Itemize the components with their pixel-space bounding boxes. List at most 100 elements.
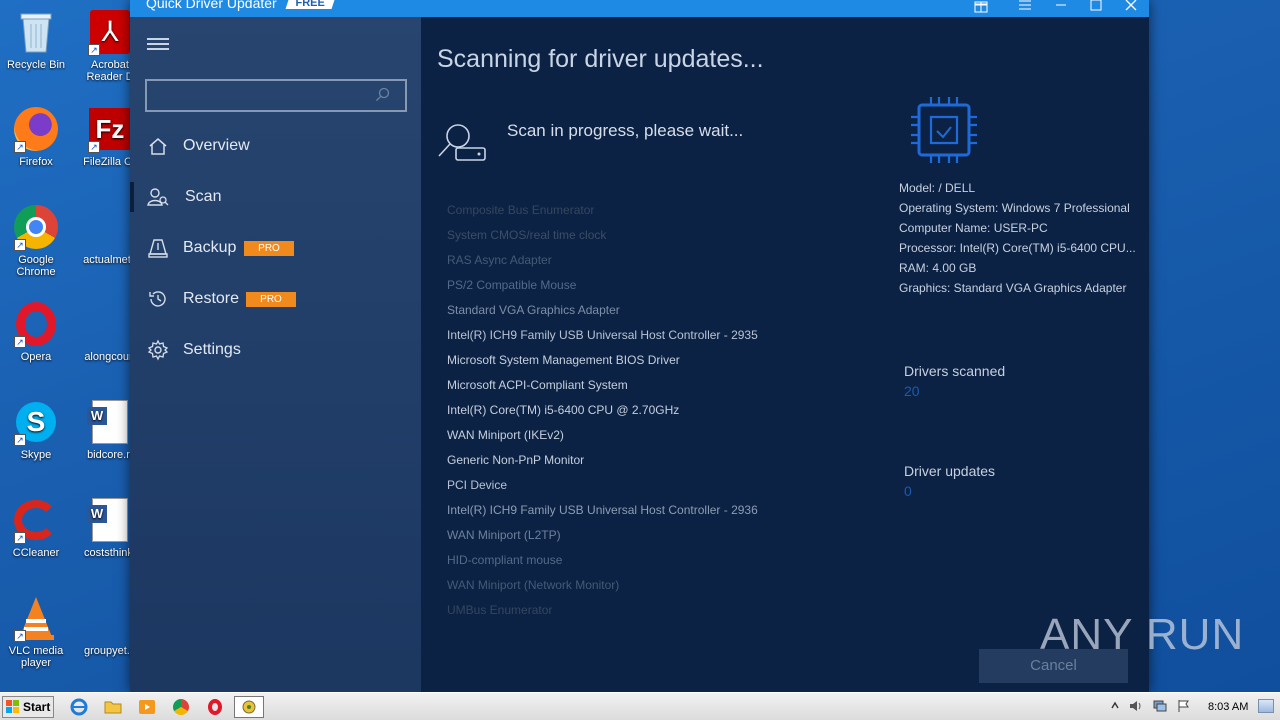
backup-icon bbox=[148, 239, 168, 258]
driver-list-item: PCI Device bbox=[447, 478, 508, 492]
desktop-icon-label: bidcore.rt bbox=[87, 449, 133, 461]
taskbar: Start 8:03 AM bbox=[0, 692, 1280, 720]
nav-label: Overview bbox=[183, 137, 250, 154]
search-box bbox=[145, 79, 407, 112]
driver-updates-value: 0 bbox=[904, 483, 912, 499]
scan-magnifier-icon bbox=[438, 124, 486, 161]
driver-list-item: Generic Non-PnP Monitor bbox=[447, 453, 585, 467]
title-bar: Quick Driver Updater FREE bbox=[130, 0, 1149, 17]
ie-icon[interactable] bbox=[69, 697, 91, 717]
close-icon[interactable] bbox=[1120, 0, 1142, 15]
start-label: Start bbox=[23, 700, 51, 714]
pro-badge: PRO bbox=[244, 241, 294, 256]
sysinfo-model: Model: / DELL bbox=[899, 181, 976, 195]
opera-taskbar-icon[interactable] bbox=[205, 697, 227, 717]
action-center-flag-icon[interactable] bbox=[1176, 699, 1198, 719]
chrome-icon[interactable]: ↗ Google Chrome bbox=[0, 203, 72, 278]
driver-list-item: Standard VGA Graphics Adapter bbox=[447, 303, 620, 317]
scan-user-icon bbox=[147, 188, 169, 206]
menu-icon[interactable] bbox=[1014, 0, 1036, 15]
driver-list-item: Composite Bus Enumerator bbox=[447, 203, 595, 217]
driver-list-item: PS/2 Compatible Mouse bbox=[447, 278, 577, 292]
nav-item-settings[interactable]: Settings bbox=[130, 333, 421, 369]
windows-logo-icon bbox=[6, 700, 19, 713]
folder-icon[interactable] bbox=[103, 697, 125, 717]
desktop-icon-label: Google Chrome bbox=[16, 254, 56, 278]
driver-list-item: RAS Async Adapter bbox=[447, 253, 552, 267]
pro-badge: PRO bbox=[246, 292, 296, 307]
driver-list-item: System CMOS/real time clock bbox=[447, 228, 607, 242]
driver-list-item: WAN Miniport (IKEv2) bbox=[447, 428, 564, 442]
minimize-icon[interactable] bbox=[1050, 0, 1072, 15]
desktop-icon-label: actualmeta bbox=[83, 254, 137, 266]
driver-list-item: WAN Miniport (Network Monitor) bbox=[447, 578, 620, 592]
show-desktop-button[interactable] bbox=[1258, 699, 1274, 713]
main-panel: Scanning for driver updates... Scan in p… bbox=[421, 17, 1149, 692]
window-title: Quick Driver Updater bbox=[146, 0, 277, 11]
media-player-icon[interactable] bbox=[137, 697, 159, 717]
ccleaner-icon[interactable]: ↗ CCleaner bbox=[0, 496, 72, 559]
restore-history-icon bbox=[149, 291, 166, 307]
sysinfo-computer: Computer Name: USER-PC bbox=[899, 221, 1048, 235]
opera-icon[interactable]: ↗ Opera bbox=[0, 300, 72, 363]
driver-list-item: Intel(R) ICH9 Family USB Universal Host … bbox=[447, 503, 758, 517]
nav-item-backup[interactable]: Backup PRO bbox=[130, 231, 421, 267]
nav-label: Scan bbox=[185, 188, 222, 205]
maximize-icon[interactable] bbox=[1085, 0, 1107, 15]
nav-label: Restore bbox=[183, 290, 240, 307]
driver-list-item: Intel(R) Core(TM) i5-6400 CPU @ 2.70GHz bbox=[447, 403, 680, 417]
sysinfo-processor: Processor: Intel(R) Core(TM) i5-6400 CPU… bbox=[899, 241, 1136, 255]
driver-list: Composite Bus Enumerator System CMOS/real… bbox=[447, 203, 758, 628]
nav-item-scan[interactable]: Scan bbox=[130, 180, 421, 216]
nav-label: Backup bbox=[183, 239, 237, 256]
network-icon[interactable] bbox=[1152, 699, 1174, 719]
drivers-scanned-value: 20 bbox=[904, 383, 920, 399]
desktop-icon-label: alongcourt bbox=[84, 351, 136, 363]
gift-icon[interactable] bbox=[970, 0, 992, 15]
desktop-icon-label: groupyet.p bbox=[84, 645, 136, 657]
hamburger-icon[interactable] bbox=[147, 38, 169, 50]
page-title: Scanning for driver updates... bbox=[437, 45, 764, 73]
driver-list-item: Microsoft System Management BIOS Driver bbox=[447, 353, 680, 367]
scan-status-text: Scan in progress, please wait... bbox=[507, 121, 744, 140]
system-info: Model: / DELL Operating System: Windows … bbox=[899, 181, 1136, 301]
watermark: ANY RUN bbox=[1040, 610, 1245, 659]
firefox-icon[interactable]: ↗ Firefox bbox=[0, 105, 72, 168]
sysinfo-os: Operating System: Windows 7 Professional bbox=[899, 201, 1130, 215]
desktop-icon-label: Opera bbox=[20, 351, 52, 363]
drivers-scanned-label: Drivers scanned bbox=[904, 363, 1006, 379]
vlc-icon[interactable]: ↗ VLC media player bbox=[0, 594, 72, 669]
driver-list-item: UMBus Enumerator bbox=[447, 603, 553, 617]
recycle-bin-icon[interactable]: Recycle Bin bbox=[0, 8, 72, 71]
search-input[interactable] bbox=[147, 81, 367, 109]
driver-updates-label: Driver updates bbox=[904, 463, 996, 479]
desktop-icon-label: coststhink. bbox=[84, 547, 136, 559]
home-icon bbox=[149, 138, 167, 155]
chrome-taskbar-icon[interactable] bbox=[171, 697, 193, 717]
app-window: Quick Driver Updater FREE Overview Scan … bbox=[130, 0, 1149, 692]
driver-list-item: HID-compliant mouse bbox=[447, 553, 563, 567]
sysinfo-ram: RAM: 4.00 GB bbox=[899, 261, 977, 275]
desktop-icon-label: CCleaner bbox=[12, 547, 60, 559]
sidebar: Overview Scan Backup PRO Restore PRO Set… bbox=[130, 17, 421, 692]
nav-item-overview[interactable]: Overview bbox=[130, 129, 421, 165]
desktop-icon-label: FileZilla Cli bbox=[83, 156, 137, 168]
gear-icon bbox=[147, 339, 169, 361]
skype-icon[interactable]: S ↗ Skype bbox=[0, 398, 72, 461]
nav-label: Settings bbox=[183, 341, 241, 358]
show-hidden-icons-icon[interactable] bbox=[1110, 699, 1120, 719]
sysinfo-graphics: Graphics: Standard VGA Graphics Adapter bbox=[899, 281, 1127, 295]
desktop-icon-label: Recycle Bin bbox=[6, 59, 66, 71]
quick-driver-updater-taskbar-icon[interactable] bbox=[234, 696, 264, 718]
chip-icon bbox=[911, 97, 977, 163]
desktop-icon-label: VLC media player bbox=[8, 645, 64, 669]
driver-list-item: Microsoft ACPI-Compliant System bbox=[447, 378, 628, 392]
volume-icon[interactable] bbox=[1128, 699, 1150, 719]
desktop-icon-label: Firefox bbox=[19, 156, 53, 168]
nav-item-restore[interactable]: Restore PRO bbox=[130, 282, 421, 318]
search-icon[interactable] bbox=[375, 87, 391, 103]
clock: 8:03 AM bbox=[1208, 701, 1249, 713]
start-button[interactable]: Start bbox=[2, 696, 54, 718]
free-badge: FREE bbox=[285, 0, 335, 9]
desktop-icon-label: Skype bbox=[20, 449, 52, 461]
